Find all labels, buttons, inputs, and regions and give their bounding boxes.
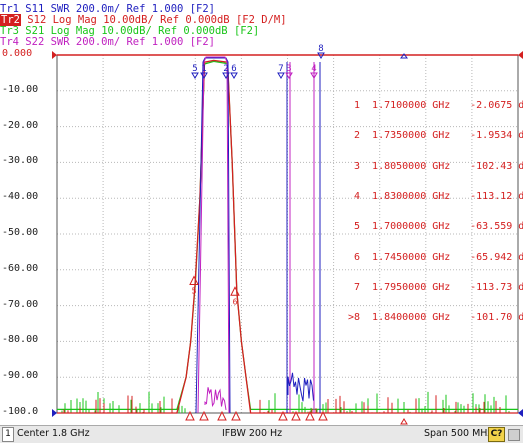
ref-arrow-left-icon xyxy=(52,51,57,59)
ifbw[interactable]: IFBW 200 Hz xyxy=(222,428,282,439)
marker-readout-table: 1 1.7100000 GHz -2.0675 dB 2 1.7350000 G… xyxy=(338,81,523,343)
marker-row-3[interactable]: 3 1.8050000 GHz -102.43 dB xyxy=(338,161,523,172)
channel-number[interactable]: 1 xyxy=(2,427,14,442)
marker-row-1[interactable]: 1 1.7100000 GHz -2.0675 dB xyxy=(338,101,523,111)
calibration-status-badge[interactable]: C? xyxy=(488,427,505,442)
marker-row-4[interactable]: 4 1.8300000 GHz -113.12 dB xyxy=(338,191,523,202)
trace-4-passband-noise xyxy=(204,387,227,410)
ref-arrow-right-icon xyxy=(518,51,523,59)
side-marker-6-icon xyxy=(230,286,240,296)
marker-row-2[interactable]: 2 1.7350000 GHz -1.9534 dB xyxy=(338,131,523,141)
marker-row-6[interactable]: 6 1.7450000 GHz -65.942 dB xyxy=(338,252,523,263)
scale-left-arrow-icon xyxy=(52,409,57,417)
marker-row-8[interactable]: >8 1.8400000 GHz -101.70 dB xyxy=(338,313,523,323)
side-marker-5-icon xyxy=(189,275,199,286)
status-bar: 1 Center 1.8 GHz IFBW 200 Hz Span 500 MH… xyxy=(0,425,523,443)
side-marker-label-5: 5 xyxy=(192,287,197,296)
status-indicator-icon xyxy=(508,429,520,441)
scale-right-arrow-icon xyxy=(518,409,523,417)
center-frequency[interactable]: Center 1.8 GHz xyxy=(17,428,90,439)
floor-up-arrow-icon xyxy=(400,418,408,425)
side-marker-label-6: 6 xyxy=(233,297,238,306)
span[interactable]: Span 500 MHz xyxy=(424,428,492,439)
marker-row-5[interactable]: 5 1.7000000 GHz -63.559 dB xyxy=(338,222,523,232)
network-analyzer-window: Tr1 S11 SWR 200.0m/ Ref 1.000 [F2] Tr2 S… xyxy=(0,0,523,443)
marker-row-7[interactable]: 7 1.7950000 GHz -113.73 dB xyxy=(338,282,523,293)
